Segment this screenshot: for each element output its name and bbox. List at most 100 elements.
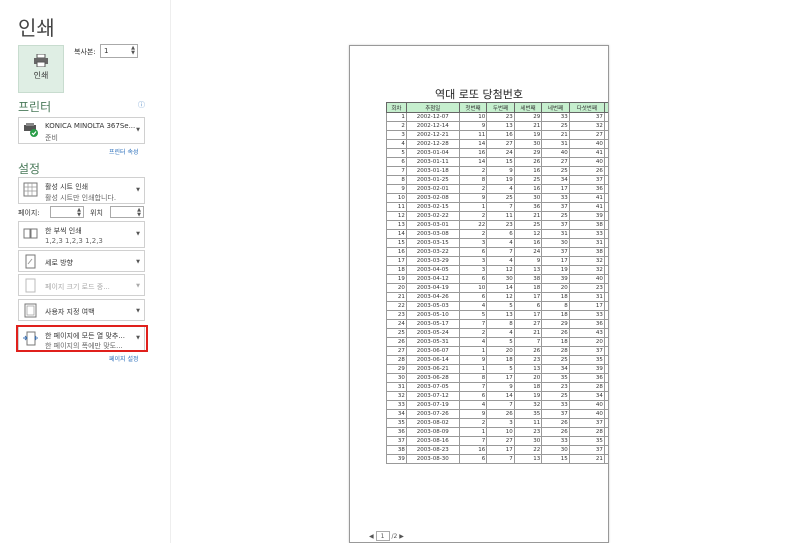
table-cell: 24 xyxy=(486,148,515,158)
print-preview-area: 역대 로또 당첨번호 회차추첨일첫번째두번째세번째네번째다섯번째여섯번째보너스1… xyxy=(178,0,800,543)
table-cell: 36 xyxy=(513,202,543,212)
table-cell: 39 xyxy=(568,211,605,221)
info-icon[interactable]: ⓘ xyxy=(138,100,145,110)
table-cell: 2003-03-08 xyxy=(405,229,460,239)
table-cell: 39 xyxy=(568,364,605,374)
scaling-highlight-box xyxy=(16,325,148,352)
table-cell: 19 xyxy=(486,175,515,185)
table-row: 132003-03-01222325373842260원 xyxy=(386,220,608,230)
table-cell: 8 xyxy=(386,175,407,185)
sheet-grid-icon xyxy=(23,182,38,197)
table-cell: 43 xyxy=(603,346,608,356)
pages-from-input[interactable]: ▲ ▼ xyxy=(50,206,84,218)
table-cell: 32 xyxy=(568,256,605,266)
table-cell: 37 xyxy=(568,445,605,455)
table-row: 62003-01-11141526274042346,574,451,700원 xyxy=(386,157,608,167)
table-cell: 23 xyxy=(486,112,515,122)
panel-divider xyxy=(170,0,171,543)
table-cell: 33 xyxy=(386,400,407,410)
table-cell: 4 xyxy=(386,139,407,149)
table-cell: 37 xyxy=(541,202,570,212)
pages-to-input[interactable]: ▲ ▼ xyxy=(110,206,144,218)
table-cell: 34 xyxy=(541,364,570,374)
current-page-input[interactable]: 1 xyxy=(375,531,390,541)
table-cell: 9 xyxy=(458,193,488,203)
page-setup-link[interactable]: 페이지 설정 xyxy=(109,354,139,363)
table-row: 302003-06-288172035364448,728,555,500원 xyxy=(386,373,608,383)
chevron-down-icon: ▼ xyxy=(136,127,140,133)
print-button[interactable]: 인쇄 xyxy=(18,45,64,93)
table-cell: 7 xyxy=(486,454,515,464)
paper-size-dropdown[interactable]: 페이지 크기 로드 중... ▼ xyxy=(18,274,145,296)
table-cell: 37 xyxy=(541,247,570,257)
table-cell: 35 xyxy=(541,373,570,383)
table-cell: 6 xyxy=(458,274,488,284)
table-cell: 3 xyxy=(486,418,515,428)
table-row: 102003-02-089253033414466,430,437,900원 xyxy=(386,193,608,203)
table-cell: 36 xyxy=(568,373,605,383)
table-cell: 26 xyxy=(541,418,570,428)
table-cell: 6 xyxy=(458,247,488,257)
table-cell: 29 xyxy=(513,112,543,122)
print-what-dropdown[interactable]: 활성 시트 인쇄 활성 시트만 인쇄합니다. ▼ xyxy=(18,177,145,204)
table-cell: 37 xyxy=(386,436,407,446)
printer-dropdown[interactable]: KONICA MINOLTA 367Se... 준비 ▼ xyxy=(18,117,145,144)
table-cell: 21 xyxy=(386,292,407,302)
table-cell: 21 xyxy=(541,130,570,140)
table-cell: 6 xyxy=(513,301,543,311)
table-cell: 7 xyxy=(386,166,407,176)
table-row: 142003-03-082612313340159,375,048,300원 xyxy=(386,229,608,239)
prev-page-icon[interactable]: ◀ xyxy=(369,533,374,540)
table-cell: 2003-07-19 xyxy=(405,400,460,410)
table-cell: 11 xyxy=(458,130,488,140)
table-cell: 32 xyxy=(568,265,605,275)
pages-to-spinner-icon[interactable]: ▲ ▼ xyxy=(137,208,141,218)
table-cell: 30 xyxy=(513,139,543,149)
table-cell: 23 xyxy=(513,427,543,437)
table-row: 222003-05-0345681739254,552,194,900원 xyxy=(386,301,608,311)
printer-properties-link[interactable]: 프린터 속성 xyxy=(109,147,139,156)
collate-dropdown[interactable]: 한 부씩 인쇄 1,2,3 1,2,3 1,2,3 ▼ xyxy=(18,221,145,248)
table-cell: 20 xyxy=(568,337,605,347)
table-cell: 2003-05-31 xyxy=(405,337,460,347)
table-cell: 40 xyxy=(603,229,608,239)
table-cell: 2003-02-08 xyxy=(405,193,460,203)
table-cell: 40 xyxy=(568,409,605,419)
table-row: 372003-08-1672730333537424,985,999,400원 xyxy=(386,436,608,446)
pages-from-spinner-icon[interactable]: ▲ ▼ xyxy=(77,208,81,218)
orientation-dropdown[interactable]: 세로 방향 ▼ xyxy=(18,250,145,272)
table-cell: 11 xyxy=(513,418,543,428)
table-cell: 9 xyxy=(458,409,488,419)
table-cell: 42 xyxy=(603,220,608,230)
table-cell: 12 xyxy=(513,229,543,239)
table-cell: 20 xyxy=(541,283,570,293)
table-cell: 2 xyxy=(458,229,488,239)
table-cell: 19 xyxy=(541,265,570,275)
copies-input[interactable]: 1 ▲ ▼ xyxy=(100,44,138,58)
table-cell: 34 xyxy=(541,175,570,185)
next-page-icon[interactable]: ▶ xyxy=(399,533,404,540)
table-cell: 9 xyxy=(458,355,488,365)
table-cell: 25 xyxy=(541,391,570,401)
table-cell: 2003-07-12 xyxy=(405,391,460,401)
table-row: 152003-03-1534163031371317,014,245,000원 xyxy=(386,238,608,248)
table-cell: 40 xyxy=(568,139,605,149)
table-cell: 6 xyxy=(386,157,407,167)
table-cell: 1 xyxy=(458,346,488,356)
table-cell: 13 xyxy=(486,310,515,320)
table-cell: 25 xyxy=(541,211,570,221)
margins-dropdown[interactable]: 사용자 지정 여백 ▼ xyxy=(18,299,145,321)
table-cell: 37 xyxy=(603,355,608,365)
table-cell: 29 xyxy=(541,319,570,329)
table-cell: 8 xyxy=(458,175,488,185)
table-row: 72003-01-182916252640420원 xyxy=(386,166,608,176)
table-row: 212003-04-266121718313221797,475,400원 xyxy=(386,292,608,302)
table-cell: 31 xyxy=(568,292,605,302)
table-cell: 2003-02-22 xyxy=(405,211,460,221)
table-cell: 34 xyxy=(386,409,407,419)
table-cell: 31 xyxy=(603,130,608,140)
table-cell: 15 xyxy=(486,157,515,167)
table-cell: 17 xyxy=(386,256,407,266)
copies-spinner-icon[interactable]: ▲ ▼ xyxy=(131,46,135,56)
table-cell: 23 xyxy=(386,310,407,320)
